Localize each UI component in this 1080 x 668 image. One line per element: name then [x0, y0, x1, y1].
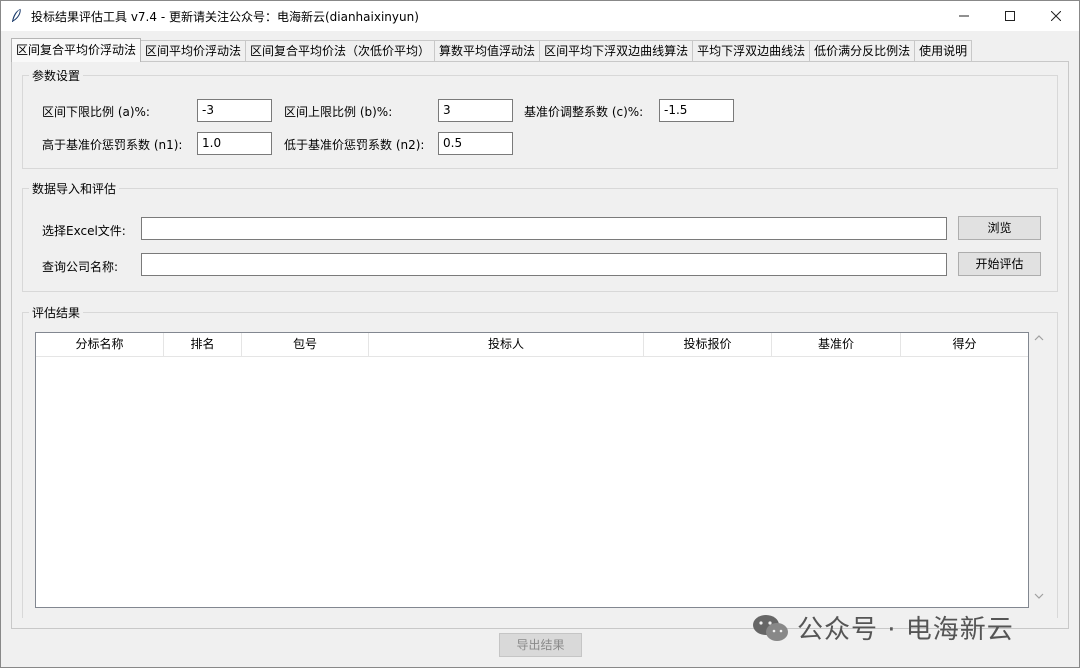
upper-ratio-input[interactable]: 3	[438, 99, 513, 122]
scroll-down-icon[interactable]	[1032, 592, 1046, 606]
column-header[interactable]: 投标人	[369, 333, 644, 357]
window-title: 投标结果评估工具 v7.4 - 更新请关注公众号：电海新云(dianhaixin…	[31, 9, 419, 24]
title-bar: 投标结果评估工具 v7.4 - 更新请关注公众号：电海新云(dianhaixin…	[1, 1, 1079, 31]
lower-ratio-input[interactable]: -3	[197, 99, 272, 122]
penalty-below-input[interactable]: 0.5	[438, 132, 513, 155]
column-header[interactable]: 排名	[164, 333, 242, 357]
tab-interval-composite-avg-float[interactable]: 区间复合平均价浮动法	[11, 38, 142, 62]
tab-interval-composite-avg-second-low[interactable]: 区间复合平均价法（次低价平均）	[245, 40, 436, 62]
wechat-icon	[753, 614, 788, 641]
minimize-button[interactable]	[941, 1, 987, 31]
feather-icon	[5, 1, 27, 31]
penalty-below-label: 低于基准价惩罚系数 (n2):	[284, 138, 425, 152]
penalty-above-input[interactable]: 1.0	[197, 132, 272, 155]
export-results-button[interactable]: 导出结果	[499, 633, 582, 657]
lower-ratio-label: 区间下限比例 (a)%:	[42, 105, 150, 119]
params-group: 参数设置 区间下限比例 (a)%: -3 区间上限比例 (b)%: 3 基准价调…	[22, 67, 1058, 169]
tab-avg-down-bilateral-curve[interactable]: 平均下浮双边曲线法	[692, 40, 811, 62]
base-adjust-label: 基准价调整系数 (c)%:	[524, 105, 644, 119]
tab-instructions[interactable]: 使用说明	[914, 40, 973, 62]
upper-ratio-label: 区间上限比例 (b)%:	[284, 105, 393, 119]
company-name-input[interactable]	[141, 253, 947, 276]
params-group-title: 参数设置	[29, 67, 84, 84]
import-group-title: 数据导入和评估	[29, 180, 120, 197]
penalty-above-label: 高于基准价惩罚系数 (n1):	[42, 138, 183, 152]
column-header[interactable]: 基准价	[772, 333, 901, 357]
tab-arithmetic-avg-float[interactable]: 算数平均值浮动法	[434, 40, 541, 62]
scroll-up-icon[interactable]	[1032, 334, 1046, 348]
table-header: 分标名称 排名 包号 投标人 投标报价 基准价 得分	[36, 333, 1028, 357]
company-label: 查询公司名称:	[42, 260, 119, 274]
tab-low-price-inverse-ratio[interactable]: 低价满分反比例法	[809, 40, 916, 62]
watermark-text: 公众号 · 电海新云	[797, 615, 1014, 645]
close-button[interactable]	[1033, 1, 1079, 31]
tab-interval-avg-down-bilateral-curve[interactable]: 区间平均下浮双边曲线算法	[539, 40, 694, 62]
column-header[interactable]: 得分	[901, 333, 1028, 357]
results-group-title: 评估结果	[29, 304, 84, 321]
file-label: 选择Excel文件:	[42, 224, 126, 238]
column-header[interactable]: 分标名称	[36, 333, 164, 357]
browse-button[interactable]: 浏览	[958, 216, 1041, 240]
column-header[interactable]: 包号	[242, 333, 369, 357]
results-table[interactable]: 分标名称 排名 包号 投标人 投标报价 基准价 得分	[35, 332, 1029, 608]
start-evaluation-button[interactable]: 开始评估	[958, 252, 1041, 276]
app-window: 投标结果评估工具 v7.4 - 更新请关注公众号：电海新云(dianhaixin…	[0, 0, 1080, 668]
maximize-button[interactable]	[987, 1, 1033, 31]
file-path-input[interactable]	[141, 217, 947, 240]
import-group: 数据导入和评估 选择Excel文件: 浏览 查询公司名称: 开始评估	[22, 180, 1058, 292]
column-header[interactable]: 投标报价	[644, 333, 772, 357]
method-tabs: 区间复合平均价浮动法 区间平均价浮动法 区间复合平均价法（次低价平均） 算数平均…	[11, 38, 973, 62]
tab-panel: 参数设置 区间下限比例 (a)%: -3 区间上限比例 (b)%: 3 基准价调…	[11, 61, 1069, 629]
watermark: 公众号 · 电海新云	[751, 609, 1014, 646]
tab-interval-avg-float[interactable]: 区间平均价浮动法	[140, 40, 247, 62]
base-adjust-input[interactable]: -1.5	[659, 99, 734, 122]
